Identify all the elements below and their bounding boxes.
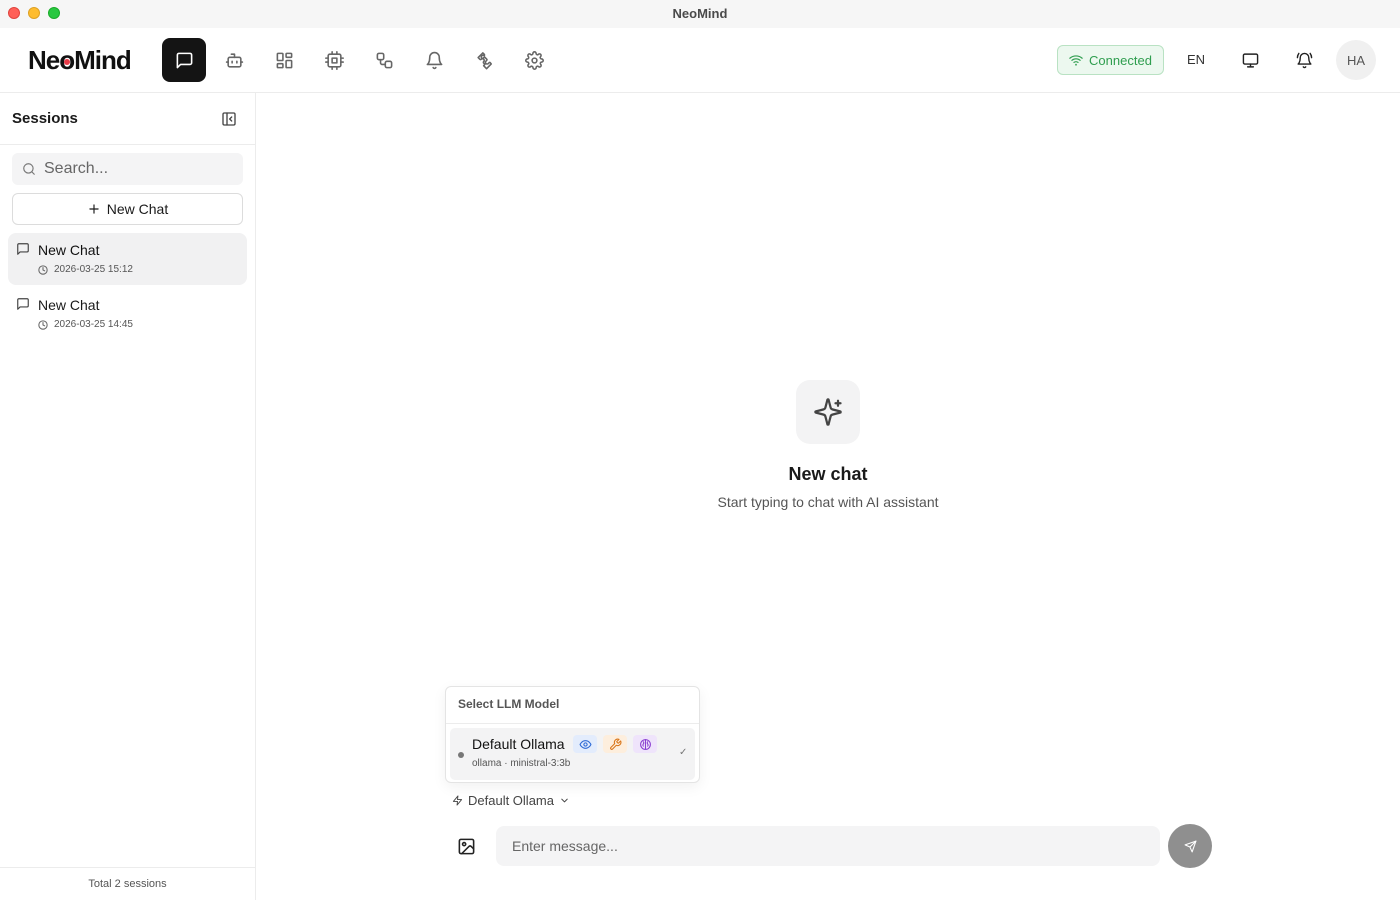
message-square-icon: [17, 298, 29, 310]
session-timestamp: 2026-03-25 14:45: [54, 319, 133, 330]
reasoning-capability-badge: [633, 735, 657, 753]
nav-dashboard-button[interactable]: [262, 38, 306, 82]
vision-capability-badge: [573, 735, 597, 753]
dropdown-divider: [446, 723, 699, 724]
attach-image-button[interactable]: [454, 834, 478, 858]
sidebar-header: Sessions: [0, 93, 255, 145]
chat-main: New chat Start typing to chat with AI as…: [256, 93, 1400, 900]
dropdown-header: Select LLM Model: [458, 697, 560, 711]
session-search: [12, 153, 243, 185]
display-toggle-button[interactable]: [1235, 45, 1265, 75]
image-icon: [458, 838, 474, 854]
search-icon: [23, 163, 35, 175]
nav-alerts-button[interactable]: [412, 38, 456, 82]
chevron-down-icon: [561, 798, 568, 803]
session-timestamp: 2026-03-25 15:12: [54, 264, 133, 275]
empty-state-title: New chat: [788, 464, 868, 484]
eye-icon: [579, 739, 591, 749]
message-input[interactable]: [496, 826, 1160, 866]
sparkles-badge: [796, 380, 860, 444]
user-avatar[interactable]: HA: [1336, 40, 1376, 80]
notifications-button[interactable]: [1289, 45, 1319, 75]
zap-icon: [452, 795, 463, 806]
monitor-icon: [1242, 52, 1258, 68]
model-selector-button[interactable]: Default Ollama: [452, 793, 570, 808]
window-titlebar: NeoMind: [0, 0, 1400, 28]
top-navigation: NeoMind Connected EN HA: [0, 28, 1400, 93]
bot-icon: [225, 52, 243, 68]
sparkles-icon: [814, 398, 842, 426]
session-item[interactable]: New Chat 2026-03-25 15:12: [8, 233, 247, 285]
message-square-icon: [17, 243, 29, 255]
window-title: NeoMind: [672, 6, 728, 21]
wrench-icon: [609, 738, 621, 750]
session-title: New Chat: [38, 242, 100, 258]
message-square-icon: [176, 52, 192, 68]
layout-grid-icon: [276, 52, 292, 68]
app-logo[interactable]: NeoMind: [28, 45, 132, 76]
bell-icon: [426, 51, 442, 69]
model-option-details: ollama · ministral-3:3b: [472, 758, 571, 769]
model-selector-label: Default Ollama: [468, 793, 554, 808]
nav-devices-button[interactable]: [312, 38, 356, 82]
tools-capability-badge: [603, 735, 627, 753]
sessions-sidebar: Sessions New Chat New Chat 2026-03-25 15…: [0, 93, 256, 900]
clock-icon: [38, 265, 48, 275]
gear-icon: [524, 50, 544, 70]
model-status-dot: [458, 752, 464, 758]
clock-icon: [38, 320, 48, 330]
workflow-icon: [376, 52, 392, 68]
nav-agents-button[interactable]: [212, 38, 256, 82]
nav-chat-button[interactable]: [162, 38, 206, 82]
sessions-count-footer: Total 2 sessions: [0, 867, 255, 900]
empty-state-subtitle: Start typing to chat with AI assistant: [717, 494, 939, 510]
cpu-icon: [324, 50, 344, 70]
new-chat-label: New Chat: [106, 201, 169, 217]
wifi-icon: [1069, 55, 1083, 66]
model-select-dropdown: Select LLM Model Default Ollama ollama ·…: [445, 686, 700, 783]
brain-icon: [639, 738, 651, 750]
connection-status-label: Connected: [1089, 52, 1152, 68]
nav-extensions-button[interactable]: [462, 38, 506, 82]
panel-left-close-icon: [222, 112, 236, 126]
language-switcher[interactable]: EN: [1176, 52, 1216, 67]
send-icon: [1184, 840, 1196, 852]
session-item[interactable]: New Chat 2026-03-25 14:45: [8, 288, 247, 340]
model-option-name: Default Ollama: [472, 736, 565, 752]
puzzle-icon: [476, 51, 492, 69]
collapse-sidebar-button[interactable]: [219, 109, 239, 129]
bell-ring-icon: [1296, 52, 1312, 68]
send-button[interactable]: [1168, 824, 1212, 868]
session-title: New Chat: [38, 297, 100, 313]
check-icon: ✓: [679, 747, 688, 758]
search-input[interactable]: [44, 160, 234, 178]
plus-icon: [89, 204, 99, 214]
nav-settings-button[interactable]: [512, 38, 556, 82]
sidebar-title: Sessions: [12, 110, 78, 127]
new-chat-button[interactable]: New Chat: [12, 193, 243, 225]
model-option[interactable]: Default Ollama ollama · ministral-3:3b ✓: [450, 728, 695, 780]
nav-automation-button[interactable]: [362, 38, 406, 82]
connection-status-badge: Connected: [1057, 45, 1164, 75]
